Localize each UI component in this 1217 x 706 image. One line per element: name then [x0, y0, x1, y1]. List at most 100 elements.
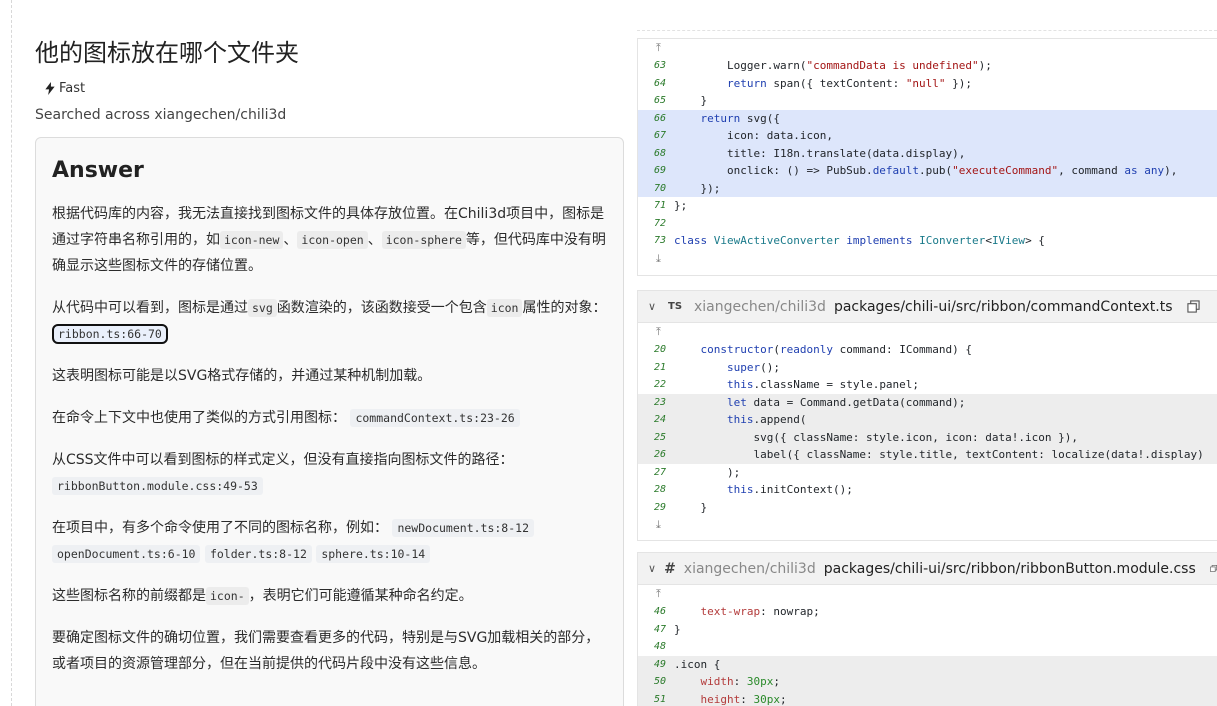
line-number: 25	[653, 431, 666, 443]
text: 、	[367, 232, 382, 248]
code-reference-link[interactable]: ribbon.ts:66-70	[52, 324, 168, 344]
line-number: 49	[653, 658, 666, 670]
chevron-down-icon[interactable]: ∨	[648, 300, 660, 313]
code-text: super();	[726, 360, 780, 374]
code-line: 63 Logger.warn("commandData is undefined…	[638, 57, 1217, 75]
code-text: return svg({	[700, 111, 781, 125]
expand-down-button[interactable]: ⤓	[638, 250, 1217, 268]
inline-code: icon-sphere	[381, 231, 466, 249]
repo-name: xiangechen/chili3d	[694, 298, 826, 315]
line-number: 21	[653, 361, 666, 373]
code-body: 63 Logger.warn("commandData is undefined…	[638, 57, 1217, 250]
css-file-icon: #	[664, 560, 676, 577]
text: 这些图标名称的前缀都是	[52, 588, 206, 604]
code-line: 48	[638, 638, 1217, 656]
answer-paragraph: 这些图标名称的前缀都是 icon- ，表明它们可能遵循某种命名约定。	[52, 583, 607, 609]
lightning-icon	[45, 82, 55, 95]
text: 在项目中，有多个命令使用了不同的图标名称，例如：	[52, 520, 388, 536]
mode-badge: Fast	[45, 81, 85, 96]
line-number: 50	[653, 676, 666, 688]
answer-paragraph: 在项目中，有多个命令使用了不同的图标名称，例如： newDocument.ts:…	[52, 515, 607, 567]
panel-header[interactable]: ∨ # xiangechen/chili3d packages/chili-ui…	[638, 553, 1217, 585]
line-number: 69	[653, 165, 666, 177]
expand-up-button[interactable]: ⤒	[638, 39, 1217, 57]
code-text: svg({ className: style.icon, icon: data!…	[674, 430, 1078, 444]
code-line: 70 });	[638, 179, 1217, 197]
code-text: return span({ textContent: "null" });	[726, 76, 973, 90]
text: ，表明它们可能遵循某种命名约定。	[248, 588, 473, 604]
code-panel-ribbon-button-css: ∨ # xiangechen/chili3d packages/chili-ui…	[637, 552, 1217, 706]
line-number: 65	[653, 95, 666, 107]
line-number: 73	[653, 235, 666, 247]
copy-icon[interactable]	[1186, 300, 1200, 313]
code-line: 27 );	[638, 464, 1217, 482]
code-text: height: 30px;	[700, 692, 787, 706]
code-body: 20 constructor(readonly command: IComman…	[638, 341, 1217, 516]
text: 属性的对象：	[522, 300, 607, 316]
line-number: 46	[653, 606, 666, 618]
code-reference-link[interactable]: commandContext.ts:23-26	[350, 409, 520, 427]
inline-code: icon	[486, 299, 523, 317]
chevron-down-icon[interactable]: ∨	[648, 562, 656, 575]
code-text: icon: data.icon,	[674, 129, 833, 143]
code-line: 72	[638, 215, 1217, 233]
line-number: 48	[653, 641, 666, 653]
code-line: 25 svg({ className: style.icon, icon: da…	[638, 428, 1217, 446]
expand-up-button[interactable]: ⤒	[638, 323, 1217, 341]
code-text: }	[674, 622, 681, 636]
code-text: this.initContext();	[726, 483, 853, 497]
code-reference-link[interactable]: ribbonButton.module.css:49-53	[52, 477, 263, 495]
expand-down-button[interactable]: ⤓	[638, 516, 1217, 534]
code-text: let data = Command.getData(command);	[726, 395, 966, 409]
code-line: 69 onclick: () => PubSub.default.pub("ex…	[638, 162, 1217, 180]
line-number: 47	[653, 623, 666, 635]
code-line: 73 class ViewActiveConverter implements I…	[638, 232, 1217, 250]
panel-header[interactable]: ∨ TS xiangechen/chili3d packages/chili-u…	[638, 291, 1217, 323]
answer-card: Answer 根据代码库的内容，我无法直接找到图标文件的具体存放位置。在Chil…	[35, 137, 624, 706]
code-line: 24 this.append(	[638, 411, 1217, 429]
code-text: constructor(readonly command: ICommand) …	[700, 343, 973, 357]
code-text: width: 30px;	[700, 675, 781, 689]
code-text: onclick: () => PubSub.default.pub("execu…	[674, 164, 1178, 178]
line-number: 20	[653, 344, 666, 356]
code-text: .icon {	[674, 657, 721, 671]
line-number: 64	[653, 77, 666, 89]
line-number: 51	[653, 693, 666, 705]
code-text: );	[674, 465, 741, 479]
code-line: 67 icon: data.icon,	[638, 127, 1217, 145]
copy-icon[interactable]	[1209, 562, 1217, 575]
line-number: 71	[653, 200, 666, 212]
right-guide	[637, 30, 1217, 31]
answer-paragraph: 从代码中可以看到，图标是通过 svg 函数渲染的，该函数接受一个包含 icon 属性的对…	[52, 295, 607, 347]
answer-paragraph: 从CSS文件中可以看到图标的样式定义，但没有直接指向图标文件的路径： ribbon…	[52, 447, 607, 499]
line-number: 23	[653, 396, 666, 408]
line-number: 66	[653, 112, 666, 124]
inline-code: icon-	[206, 587, 249, 605]
code-line: 46 text-wrap: nowrap;	[638, 603, 1217, 621]
code-text: label({ className: style.title, textCont…	[674, 448, 1204, 462]
code-text: }	[674, 94, 708, 108]
code-line: 29 }	[638, 499, 1217, 517]
expand-up-button[interactable]: ⤒	[638, 585, 1217, 603]
code-reference-link[interactable]: openDocument.ts:6-10	[52, 545, 201, 563]
answer-paragraph: 要确定图标文件的确切位置，我们需要查看更多的代码，特别是与SVG加载相关的部分，…	[52, 630, 600, 672]
answer-paragraph: 在命令上下文中也使用了类似的方式引用图标： commandContext.ts:…	[52, 405, 607, 431]
code-line: 21 super();	[638, 359, 1217, 377]
text: 从代码中可以看到，图标是通过	[52, 300, 248, 316]
code-line: 50 width: 30px;	[638, 673, 1217, 691]
question-title: 他的图标放在哪个文件夹	[35, 39, 299, 67]
code-reference-link[interactable]: sphere.ts:10-14	[316, 545, 431, 563]
line-number: 70	[653, 182, 666, 194]
answer-column: 他的图标放在哪个文件夹 Fast Searched across xiangec…	[35, 0, 625, 706]
line-number: 27	[653, 466, 666, 478]
answer-paragraph: 根据代码库的内容，我无法直接找到图标文件的具体存放位置。在Chili3d项目中，…	[52, 201, 607, 279]
line-number: 68	[653, 147, 666, 159]
code-text: Logger.warn("commandData is undefined");	[674, 59, 992, 73]
line-number: 22	[653, 379, 666, 391]
code-text: title: I18n.translate(data.display),	[674, 146, 966, 160]
text: 在命令上下文中也使用了类似的方式引用图标：	[52, 410, 346, 426]
code-reference-link[interactable]: newDocument.ts:8-12	[392, 519, 535, 537]
code-line: 66 return svg({	[638, 109, 1217, 127]
code-reference-link[interactable]: folder.ts:8-12	[204, 545, 312, 563]
line-number: 29	[653, 501, 666, 513]
